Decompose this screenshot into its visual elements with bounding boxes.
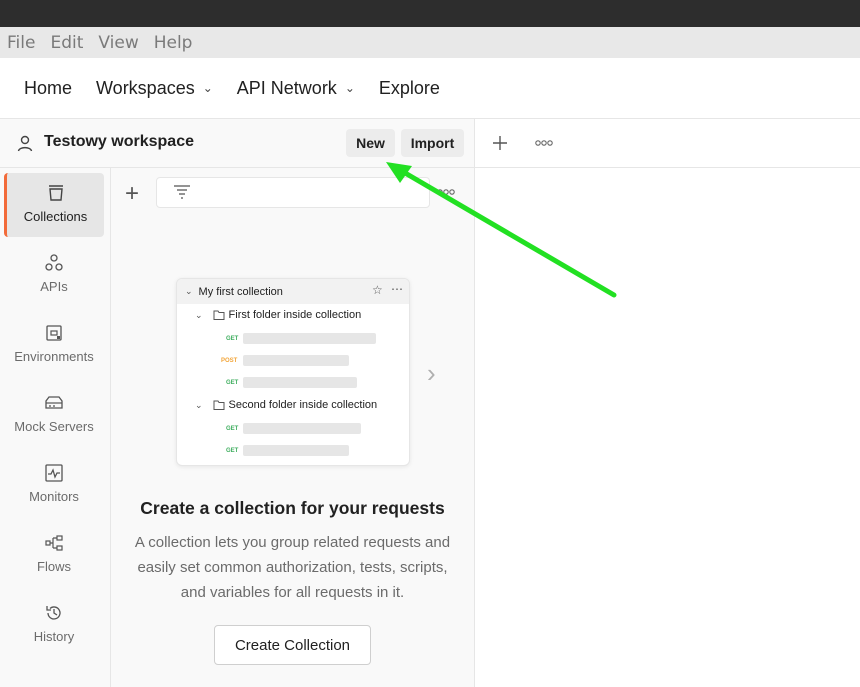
- preview-folder-1: ⌄ First folder inside collection: [195, 309, 361, 321]
- menu-bar: File Edit View Help: [0, 27, 860, 58]
- mock-servers-icon: [45, 396, 63, 409]
- filter-icon: [174, 185, 190, 199]
- sidebar-item-label: APIs: [40, 279, 68, 294]
- sidebar-item-flows[interactable]: Flows: [4, 523, 104, 587]
- menu-file[interactable]: File: [7, 33, 35, 53]
- nav-home[interactable]: Home: [24, 78, 72, 99]
- request-placeholder: [243, 445, 349, 456]
- new-tab-icon[interactable]: [492, 135, 508, 151]
- menu-help[interactable]: Help: [154, 33, 193, 53]
- sidebar-item-monitors[interactable]: Monitors: [4, 453, 104, 517]
- window-title-bar: [0, 0, 860, 27]
- collections-panel: + ⌄ My first collection ☆ ⋯ ⌄ First fold…: [111, 168, 474, 687]
- sidebar-item-label: Collections: [23, 209, 88, 224]
- flows-icon: [45, 535, 63, 551]
- more-options-icon[interactable]: [437, 188, 455, 196]
- preview-folder-2-label: Second folder inside collection: [228, 399, 378, 411]
- sidebar-item-label: Flows: [37, 559, 71, 574]
- sidebar-item-collections[interactable]: Collections: [4, 173, 104, 237]
- get-method-label: GET: [226, 448, 239, 454]
- workspace-name[interactable]: Testowy workspace: [44, 133, 194, 151]
- top-navigation: Home Workspaces ⌄ API Network ⌄ Explore: [0, 58, 860, 119]
- sidebar-item-apis[interactable]: APIs: [4, 243, 104, 307]
- nav-api-network-label: API Network: [236, 77, 337, 98]
- get-method-label: GET: [226, 426, 239, 432]
- sidebar-item-mock-servers[interactable]: Mock Servers: [4, 383, 104, 447]
- monitors-icon: [45, 464, 63, 482]
- empty-state-headline: Create a collection for your requests: [140, 498, 445, 518]
- main-workspace-area: [475, 119, 860, 687]
- nav-workspaces-label: Workspaces: [96, 77, 195, 98]
- sidebar-item-label: Monitors: [29, 489, 79, 504]
- menu-edit[interactable]: Edit: [50, 33, 83, 53]
- star-icon: ☆: [372, 283, 383, 297]
- chevron-down-icon: ⌄: [202, 81, 213, 95]
- request-placeholder: [243, 355, 349, 366]
- chevron-down-icon: ⌄: [344, 81, 355, 95]
- chevron-down-icon: ⌄: [195, 309, 203, 320]
- new-button[interactable]: New: [346, 129, 395, 157]
- preview-folder-1-label: First folder inside collection: [228, 309, 362, 321]
- sidebar-item-environments[interactable]: Environments: [4, 313, 104, 377]
- folder-icon: [213, 310, 225, 320]
- filter-input[interactable]: [156, 177, 430, 208]
- sidebar: Collections APIs Environments Mock Serve…: [0, 168, 111, 687]
- collection-preview-illustration: ⌄ My first collection ☆ ⋯ ⌄ First folder…: [176, 278, 410, 466]
- menu-view[interactable]: View: [98, 33, 138, 53]
- nav-api-network[interactable]: API Network ⌄: [237, 78, 355, 99]
- preview-collection-title: My first collection: [198, 285, 283, 298]
- chevron-right-icon[interactable]: ›: [427, 358, 436, 389]
- request-placeholder: [243, 377, 357, 388]
- get-method-label: GET: [226, 336, 239, 342]
- post-method-label: POST: [221, 358, 238, 364]
- preview-collection-header: ⌄ My first collection ☆ ⋯: [177, 279, 409, 304]
- import-button[interactable]: Import: [401, 129, 464, 157]
- chevron-down-icon: ⌄: [195, 399, 203, 410]
- left-pane: Testowy workspace New Import Collections…: [0, 119, 475, 687]
- nav-home-label: Home: [24, 77, 73, 98]
- more-icon: ⋯: [391, 282, 403, 296]
- create-collection-button[interactable]: Create Collection: [214, 625, 371, 665]
- add-collection-icon[interactable]: +: [125, 180, 139, 208]
- sidebar-item-label: History: [33, 629, 75, 644]
- environments-icon: [46, 325, 62, 341]
- nav-explore[interactable]: Explore: [379, 78, 440, 99]
- apis-icon: [45, 254, 63, 271]
- sidebar-item-label: Mock Servers: [14, 419, 94, 434]
- get-method-label: GET: [226, 380, 239, 386]
- nav-explore-label: Explore: [378, 77, 440, 98]
- request-placeholder: [243, 423, 361, 434]
- nav-workspaces[interactable]: Workspaces ⌄: [96, 78, 213, 99]
- preview-folder-2: ⌄ Second folder inside collection: [195, 399, 377, 411]
- tab-bar: [475, 119, 860, 168]
- history-icon: [46, 606, 61, 620]
- sidebar-item-label: Environments: [14, 349, 94, 364]
- request-placeholder: [243, 333, 376, 344]
- sidebar-item-history[interactable]: History: [4, 593, 104, 657]
- collections-icon: [48, 185, 63, 201]
- folder-icon: [213, 400, 225, 410]
- more-tabs-icon[interactable]: [535, 139, 553, 147]
- workspace-header: Testowy workspace New Import: [0, 119, 474, 168]
- user-icon: [17, 135, 33, 152]
- empty-state-description: A collection lets you group related requ…: [134, 534, 451, 601]
- chevron-down-icon: ⌄: [185, 286, 193, 296]
